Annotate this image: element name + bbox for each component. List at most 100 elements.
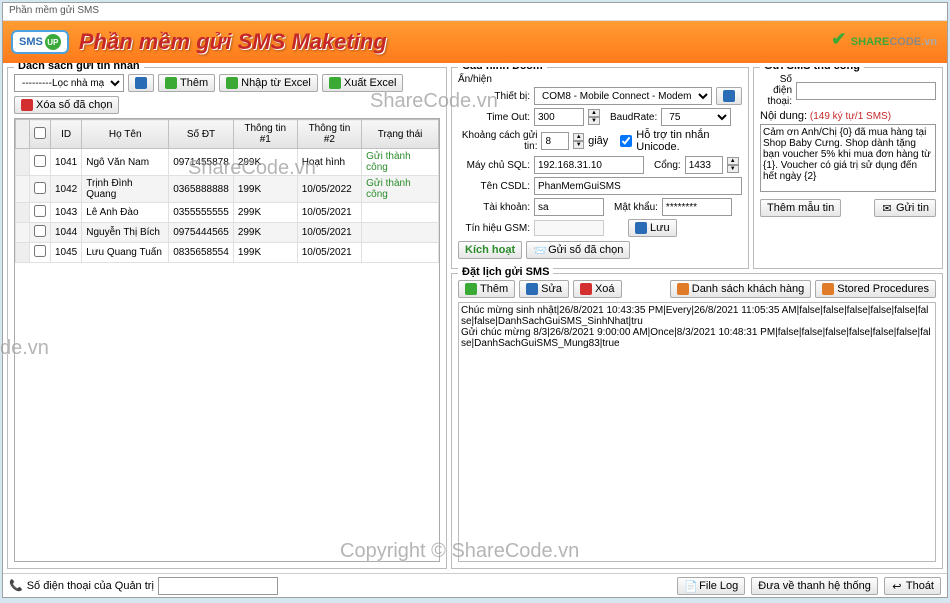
col-info2[interactable]: Thông tin #2 <box>297 120 361 149</box>
activate-button[interactable]: Kích hoạt <box>458 241 522 259</box>
template-button[interactable]: Thêm mẫu tin <box>760 199 841 217</box>
table-row[interactable]: 1041Ngô Văn Nam0971455878299KHoạt hìnhGử… <box>16 149 439 176</box>
plus-icon <box>465 283 477 295</box>
row-checkbox[interactable] <box>34 245 46 257</box>
left-group-title: Dach sách gửi tin nhắn <box>14 63 144 72</box>
unicode-label: Hỗ trợ tin nhắn Unicode. <box>636 129 742 153</box>
schedule-edit-button[interactable]: Sửa <box>519 280 569 298</box>
col-id[interactable]: ID <box>51 120 82 149</box>
device-select[interactable]: COM8 - Mobile Connect - Modem <box>534 87 712 105</box>
delete-icon <box>21 99 33 111</box>
import-excel-button[interactable]: Nhập từ Excel <box>219 74 318 92</box>
table-row[interactable]: 1044Nguyễn Thị Bích0975444565299K10/05/2… <box>16 223 439 243</box>
timeout-input[interactable] <box>534 108 584 126</box>
refresh-button[interactable] <box>128 74 154 92</box>
header-banner: SMS UP Phần mềm gửi SMS Maketing ✔ SHARE… <box>3 21 947 63</box>
exit-button[interactable]: ↩Thoát <box>884 577 941 595</box>
exit-icon: ↩ <box>891 580 903 592</box>
network-filter-select[interactable]: ---------Lọc nhà mạng--------- <box>14 74 124 92</box>
sql-input[interactable] <box>534 156 644 174</box>
table-row[interactable]: 1042Trịnh Đình Quang0365888888199K10/05/… <box>16 176 439 203</box>
gap-spinner[interactable]: ▲▼ <box>573 133 584 149</box>
customers-button[interactable]: Danh sách khách hàng <box>670 280 812 298</box>
dcom-group-title: Cấu hình Dcom <box>458 67 547 72</box>
envelope-icon: ✉ <box>881 202 893 214</box>
systray-button[interactable]: Đưa về thanh hệ thống <box>751 577 878 595</box>
send-sms-button[interactable]: ✉Gửi tin <box>874 199 936 217</box>
log-icon: 📄 <box>684 580 696 592</box>
schedule-list[interactable]: Chúc mừng sinh nhật|26/8/2021 10:43:35 P… <box>458 302 936 562</box>
pass-label: Mật khẩu: <box>614 202 658 213</box>
sql-label: Máy chủ SQL: <box>458 160 530 171</box>
row-checkbox[interactable] <box>34 225 46 237</box>
row-checkbox[interactable] <box>34 182 46 194</box>
delete-selected-button[interactable]: Xóa số đã chọn <box>14 96 119 114</box>
schedule-delete-button[interactable]: Xoá <box>573 280 622 298</box>
schedule-add-button[interactable]: Thêm <box>458 280 515 298</box>
db-label: Tên CSDL: <box>458 181 530 192</box>
col-status[interactable]: Trạng thái <box>362 120 439 149</box>
content-label: Nội dung: <box>760 110 807 122</box>
excel-export-icon <box>329 77 341 89</box>
user-label: Tài khoản: <box>458 202 530 213</box>
manual-phone-input[interactable] <box>796 82 936 100</box>
send-icon: 📨 <box>533 244 545 256</box>
gap-input[interactable] <box>541 132 569 150</box>
unicode-checkbox[interactable] <box>620 135 632 147</box>
export-excel-button[interactable]: Xuất Excel <box>322 74 404 92</box>
manual-group-title: Gửi SMS thủ công <box>760 67 864 72</box>
add-button[interactable]: Thêm <box>158 74 215 92</box>
filelog-button[interactable]: 📄File Log <box>677 577 745 595</box>
gap-label: Khoảng cách gửi tin: <box>458 130 537 152</box>
admin-phone-input[interactable] <box>158 577 278 595</box>
col-rowheader <box>16 120 30 149</box>
table-row[interactable]: 1045Lưu Quang Tuấn0835658554199K10/05/20… <box>16 243 439 263</box>
stored-proc-button[interactable]: Stored Procedures <box>815 280 936 298</box>
db-input[interactable] <box>534 177 742 195</box>
excel-import-icon <box>226 77 238 89</box>
timeout-spinner[interactable]: ▲▼ <box>588 109 600 125</box>
timeout-label: Time Out: <box>458 112 530 123</box>
logo-text: SMS <box>19 36 43 48</box>
show-hide-label[interactable]: Ẩn/hiện <box>458 74 742 85</box>
port-input[interactable] <box>685 156 723 174</box>
manual-phone-label: Số điện thoại: <box>760 74 792 107</box>
save-button[interactable]: Lưu <box>628 219 677 237</box>
char-counter: (149 ký tự/1 SMS) <box>810 111 891 122</box>
sharecode-logo: ✔ SHARECODE.vn <box>831 29 937 50</box>
port-spinner[interactable]: ▲▼ <box>727 157 739 173</box>
pass-input[interactable] <box>662 198 732 216</box>
user-input[interactable] <box>534 198 604 216</box>
col-info1[interactable]: Thông tin #1 <box>233 120 297 149</box>
plus-icon <box>165 77 177 89</box>
logo: SMS UP <box>11 30 69 54</box>
select-all-checkbox[interactable] <box>34 127 46 139</box>
gap-unit: giây <box>588 135 608 147</box>
col-phone[interactable]: Số ĐT <box>169 120 234 149</box>
device-label: Thiết bị: <box>458 91 530 102</box>
logo-up-badge: UP <box>45 34 61 50</box>
delete-icon <box>580 283 592 295</box>
row-checkbox[interactable] <box>34 205 46 217</box>
edit-icon <box>526 283 538 295</box>
contacts-table: ID Họ Tên Số ĐT Thông tin #1 Thông tin #… <box>15 119 439 263</box>
manual-content-textarea[interactable]: Cảm ơn Anh/Chị {0} đã mua hàng tại Shop … <box>760 124 936 192</box>
send-selected-button[interactable]: 📨Gửi số đã chọn <box>526 241 630 259</box>
device-refresh-button[interactable] <box>716 87 742 105</box>
baud-select[interactable]: 75 <box>661 108 731 126</box>
refresh-icon <box>135 77 147 89</box>
baud-label: BaudRate: <box>610 112 657 123</box>
col-name[interactable]: Họ Tên <box>82 120 169 149</box>
schedule-group-title: Đặt lịch gửi SMS <box>458 266 553 278</box>
col-checkbox[interactable] <box>30 120 51 149</box>
admin-phone-label: Số điện thoại của Quản trị <box>27 580 154 592</box>
table-row[interactable]: 1043Lê Anh Đào0355555555299K10/05/2021 <box>16 203 439 223</box>
refresh-icon <box>723 90 735 102</box>
row-checkbox[interactable] <box>34 155 46 167</box>
banner-title: Phần mềm gửi SMS Maketing <box>79 29 387 55</box>
gsm-label: Tín hiệu GSM: <box>458 223 530 234</box>
port-label: Cổng: <box>654 160 681 171</box>
people-icon <box>677 283 689 295</box>
gsm-signal-display <box>534 220 604 236</box>
save-icon <box>635 222 647 234</box>
